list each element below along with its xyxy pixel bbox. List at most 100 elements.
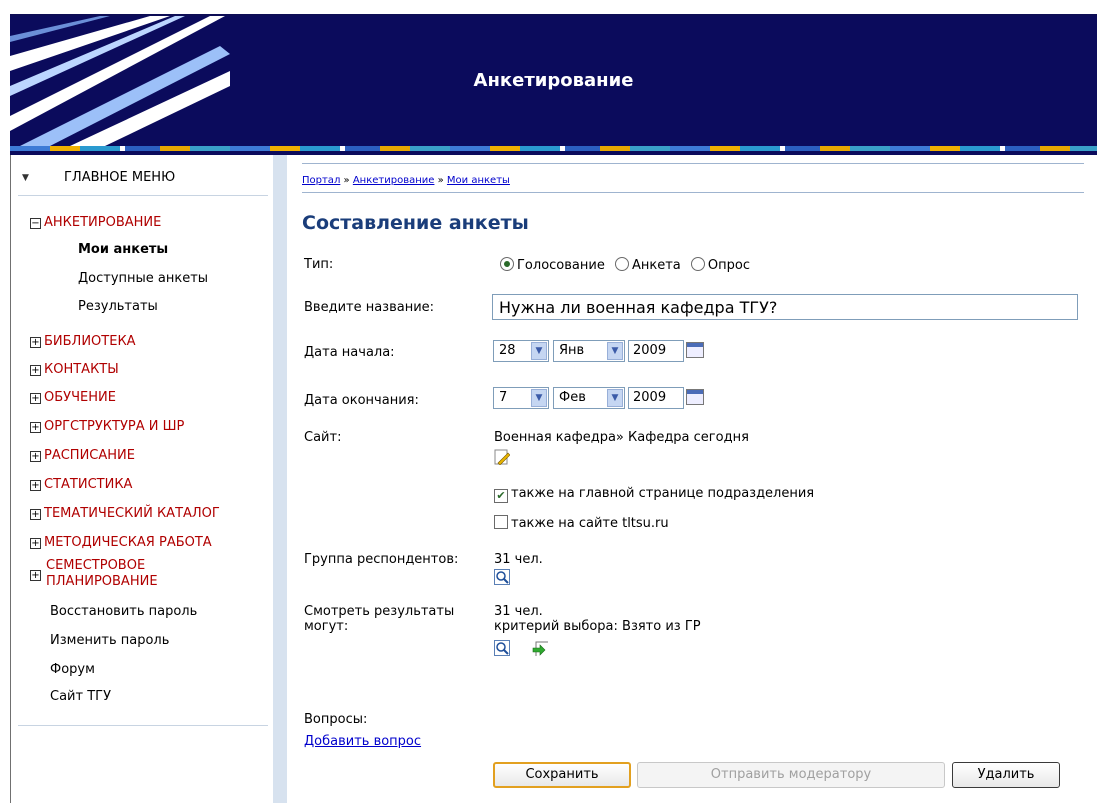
sidebar-section-methodical[interactable]: + МЕТОДИЧЕСКАЯ РАБОТА — [30, 535, 212, 550]
chevron-down-icon[interactable]: ▼ — [607, 342, 623, 360]
view-results-criteria: критерий выбора: Взято из ГР — [494, 619, 701, 634]
import-arrow-icon[interactable] — [532, 640, 548, 656]
expand-plus-icon[interactable]: + — [30, 422, 41, 433]
end-day-select[interactable]: 7 ▼ — [493, 387, 549, 409]
start-day-select[interactable]: 28 ▼ — [493, 340, 549, 362]
sidebar-section-surveys[interactable]: − АНКЕТИРОВАНИЕ — [30, 215, 161, 230]
sidebar-item-results[interactable]: Результаты — [78, 299, 158, 314]
expand-plus-icon[interactable]: + — [30, 451, 41, 462]
chevron-down-icon[interactable]: ▼ — [531, 389, 547, 407]
sidebar-section-contacts[interactable]: + КОНТАКТЫ — [30, 362, 119, 377]
view-results-value: 31 чел. критерий выбора: Взято из ГР — [494, 604, 701, 634]
checkbox-site-row: также на сайте tltsu.ru — [494, 515, 669, 531]
radio-voting-label[interactable]: Голосование — [517, 258, 605, 273]
start-year-input[interactable]: 2009 — [628, 340, 684, 362]
sidebar-link-site-tgu[interactable]: Сайт ТГУ — [50, 689, 111, 704]
sidebar-divider-line — [18, 725, 268, 726]
radio-poll[interactable] — [690, 257, 705, 271]
sidebar-section-statistics[interactable]: + СТАТИСТИКА — [30, 477, 132, 492]
sidebar-section-library[interactable]: + БИБЛИОТЕКА — [30, 334, 136, 349]
start-month-select[interactable]: Янв ▼ — [553, 340, 625, 362]
breadcrumb-separator: » — [437, 175, 444, 186]
end-date-label: Дата окончания: — [304, 393, 419, 408]
radio-poll-label[interactable]: Опрос — [708, 258, 750, 273]
sidebar-section-education[interactable]: + ОБУЧЕНИЕ — [30, 390, 116, 405]
calendar-icon[interactable] — [686, 389, 704, 405]
name-label: Введите название: — [304, 300, 435, 315]
page-title: Составление анкеты — [302, 212, 529, 234]
collapse-arrow-icon[interactable]: ▼ — [22, 173, 29, 183]
end-month-value: Фев — [559, 390, 586, 405]
search-magnifier-icon[interactable] — [494, 640, 510, 656]
send-to-moderator-button[interactable]: Отправить модератору — [637, 762, 945, 788]
end-day-value: 7 — [499, 390, 508, 405]
checkbox-site[interactable] — [494, 515, 508, 529]
start-month-value: Янв — [559, 343, 585, 358]
sidebar-section-label: СТАТИСТИКА — [44, 477, 133, 492]
sidebar-section-label: МЕТОДИЧЕСКАЯ РАБОТА — [44, 535, 212, 550]
group-label: Группа респондентов: — [304, 552, 459, 567]
sidebar-item-available-surveys[interactable]: Доступные анкеты — [78, 271, 208, 286]
radio-questionnaire[interactable] — [614, 257, 629, 271]
page-header-title: Анкетирование — [473, 70, 634, 91]
radio-questionnaire-label[interactable]: Анкета — [632, 258, 681, 273]
questions-label: Вопросы: — [304, 712, 368, 727]
site-label: Сайт: — [304, 430, 342, 445]
start-date-label: Дата начала: — [304, 345, 395, 360]
sidebar-link-restore-password[interactable]: Восстановить пароль — [50, 604, 197, 619]
sidebar-section-schedule[interactable]: + РАСПИСАНИЕ — [30, 448, 135, 463]
checkbox-main-page[interactable]: ✔ — [494, 489, 508, 503]
checkbox-main-page-row: ✔ также на главной странице подразделения — [494, 486, 814, 503]
sidebar-section-label: ОРГСТРУКТУРА И ШР — [44, 419, 185, 434]
sidebar-section-label: ОБУЧЕНИЕ — [44, 390, 116, 405]
collapse-minus-icon[interactable]: − — [30, 218, 41, 229]
expand-plus-icon[interactable]: + — [30, 337, 41, 348]
start-day-value: 28 — [499, 343, 516, 358]
main-menu-title: ГЛАВНОЕ МЕНЮ — [64, 170, 176, 185]
sidebar-section-label-line1: СЕМЕСТРОВОЕ — [46, 558, 146, 573]
expand-plus-icon[interactable]: + — [30, 365, 41, 376]
view-results-count: 31 чел. — [494, 604, 543, 619]
sidebar-section-semester-planning[interactable]: + СЕМЕСТРОВОЕ ПЛАНИРОВАНИЕ — [30, 558, 158, 590]
left-frame-border — [0, 155, 11, 803]
sidebar-section-label: КОНТАКТЫ — [44, 362, 119, 377]
chevron-down-icon[interactable]: ▼ — [607, 389, 623, 407]
sidebar-section-orgstructure[interactable]: + ОРГСТРУКТУРА И ШР — [30, 419, 184, 434]
checkbox-site-label[interactable]: также на сайте tltsu.ru — [511, 516, 669, 531]
main-menu-header[interactable]: ▼ ГЛАВНОЕ МЕНЮ — [22, 170, 262, 190]
header-banner: Анкетирование — [10, 16, 1097, 146]
sidebar-section-catalog[interactable]: + ТЕМАТИЧЕСКИЙ КАТАЛОГ — [30, 506, 220, 521]
delete-button[interactable]: Удалить — [952, 762, 1060, 788]
radio-voting[interactable] — [500, 257, 514, 271]
sidebar-section-label: ТЕМАТИЧЕСКИЙ КАТАЛОГ — [44, 506, 220, 521]
breadcrumb-item-my-surveys[interactable]: Мои анкеты — [447, 175, 510, 186]
expand-plus-icon[interactable]: + — [30, 538, 41, 549]
breadcrumb-bottom-line — [302, 192, 1084, 193]
view-results-label: Смотреть результаты могут: — [304, 604, 454, 634]
type-label: Тип: — [304, 257, 334, 272]
breadcrumb-item-portal[interactable]: Портал — [302, 175, 340, 186]
calendar-icon[interactable] — [686, 342, 704, 358]
sidebar-link-forum[interactable]: Форум — [50, 662, 95, 677]
type-radio-group: Голосование Анкета Опрос — [500, 257, 750, 273]
sidebar-item-my-surveys[interactable]: Мои анкеты — [78, 242, 168, 257]
breadcrumb-item-surveys[interactable]: Анкетирование — [353, 175, 435, 186]
sidebar-splitter[interactable] — [273, 155, 287, 803]
survey-name-input[interactable] — [492, 294, 1078, 320]
edit-pencil-icon[interactable] — [494, 449, 510, 465]
sidebar-section-label: БИБЛИОТЕКА — [44, 334, 136, 349]
chevron-down-icon[interactable]: ▼ — [531, 342, 547, 360]
view-results-label-line2: могут: — [304, 619, 349, 634]
checkbox-main-page-label[interactable]: также на главной странице подразделения — [511, 486, 814, 501]
search-magnifier-icon[interactable] — [494, 569, 510, 585]
save-button[interactable]: Сохранить — [493, 762, 631, 788]
expand-plus-icon[interactable]: + — [30, 570, 41, 581]
sidebar-link-change-password[interactable]: Изменить пароль — [50, 633, 169, 648]
expand-plus-icon[interactable]: + — [30, 393, 41, 404]
breadcrumb-separator: » — [343, 175, 350, 186]
expand-plus-icon[interactable]: + — [30, 509, 41, 520]
expand-plus-icon[interactable]: + — [30, 480, 41, 491]
end-year-input[interactable]: 2009 — [628, 387, 684, 409]
add-question-link[interactable]: Добавить вопрос — [304, 734, 421, 749]
end-month-select[interactable]: Фев ▼ — [553, 387, 625, 409]
